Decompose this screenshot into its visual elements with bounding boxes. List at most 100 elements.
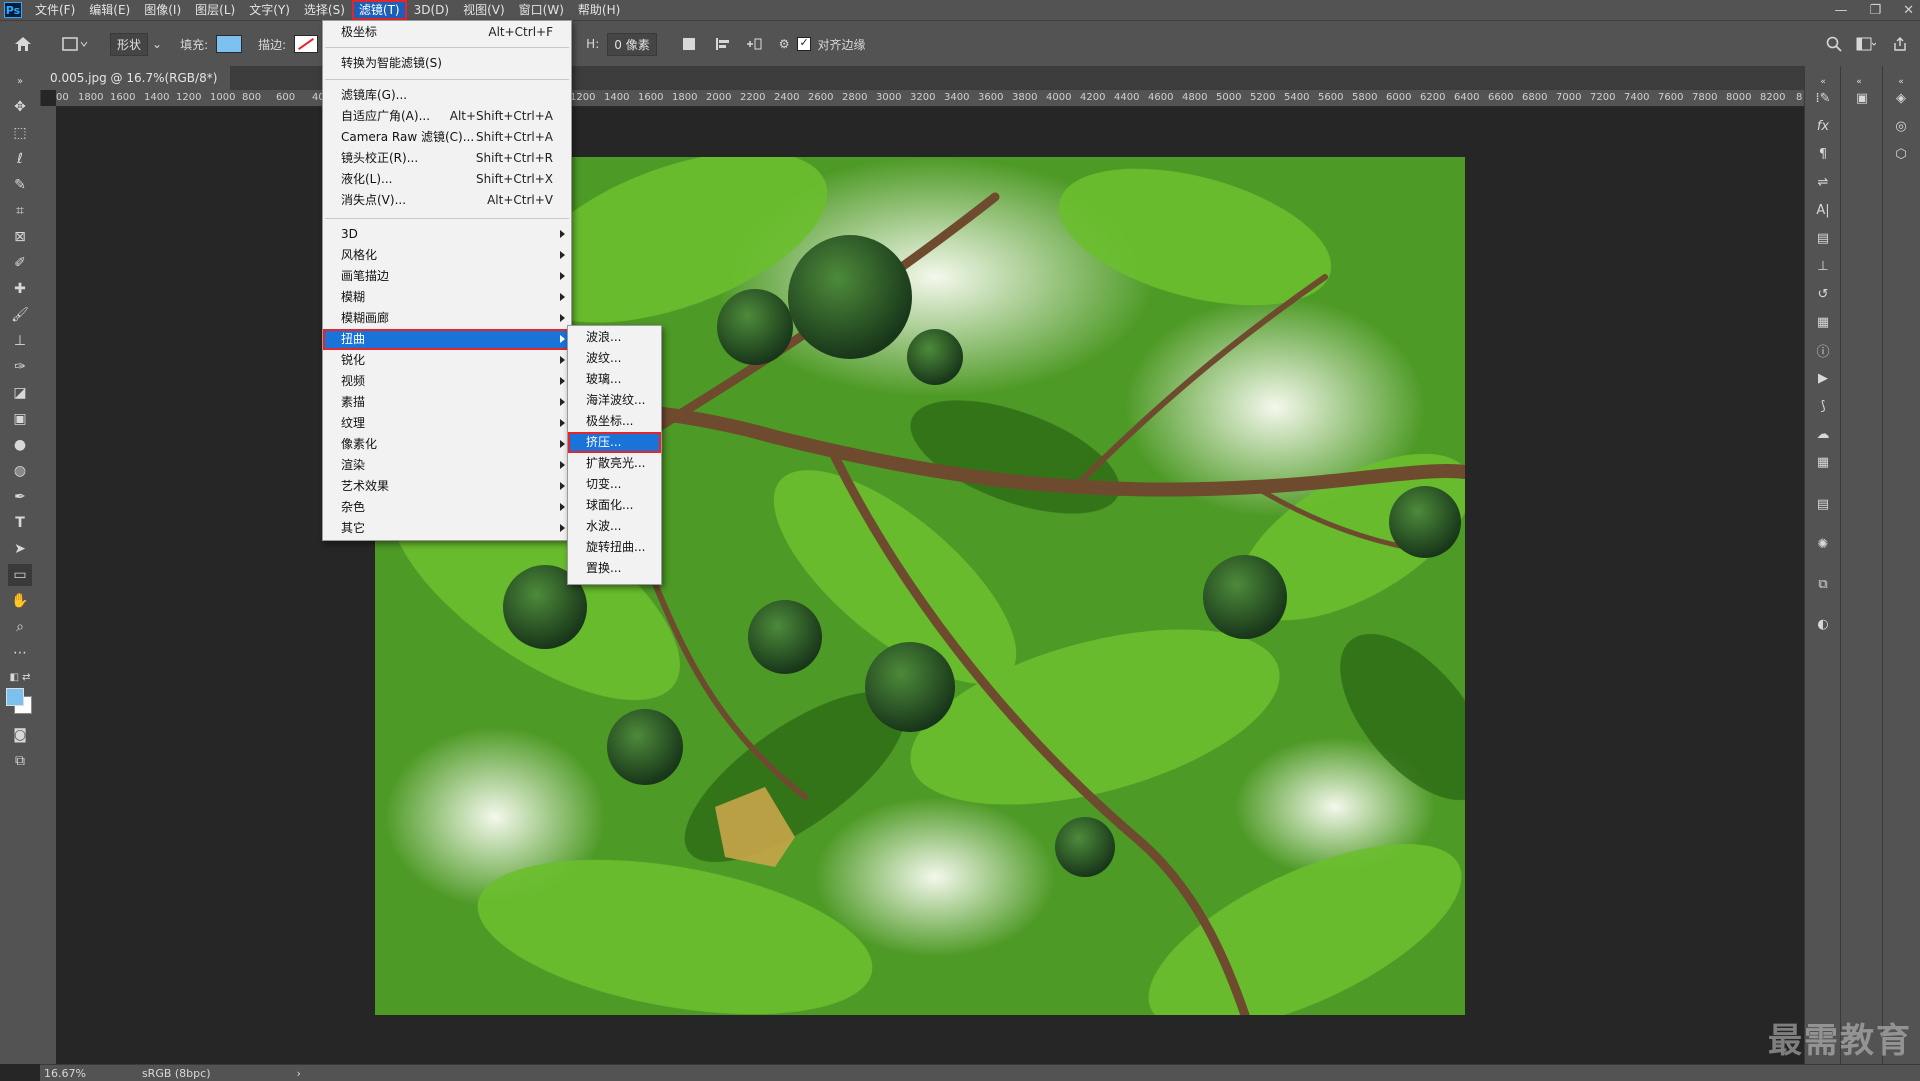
menu-layer[interactable]: 图层(L)	[188, 0, 242, 20]
menu-item-submenu-11[interactable]: 渲染	[323, 455, 571, 476]
color-icon[interactable]: ☁	[1813, 424, 1833, 444]
menu-item-filter-2[interactable]: Camera Raw 滤镜(C)... Shift+Ctrl+A	[323, 127, 571, 148]
actions-play-icon[interactable]: ▶	[1813, 368, 1833, 388]
distort-item-11[interactable]: 置换...	[568, 558, 661, 579]
height-input[interactable]: 0 像素	[607, 32, 657, 56]
timeline-icon[interactable]: ⟆	[1813, 396, 1833, 416]
menu-item-filter-1[interactable]: 自适应广角(A)... Alt+Shift+Ctrl+A	[323, 106, 571, 127]
menu-item-submenu-5[interactable]: 扭曲	[323, 329, 571, 350]
navigator-icon[interactable]: ◐	[1813, 614, 1833, 634]
distort-item-5[interactable]: 挤压...	[568, 432, 661, 453]
distort-item-7[interactable]: 切变...	[568, 474, 661, 495]
gear-icon[interactable]: ⚙	[779, 37, 790, 51]
channels-icon[interactable]: ◎	[1891, 116, 1911, 136]
clone-source-icon[interactable]: ⊥	[1813, 256, 1833, 276]
menu-file[interactable]: 文件(F)	[28, 0, 82, 20]
menu-item-submenu-12[interactable]: 艺术效果	[323, 476, 571, 497]
shape-tool-preset-icon[interactable]	[62, 36, 88, 52]
menu-item-convert-smart-filter[interactable]: 转换为智能滤镜(S)	[323, 53, 571, 74]
menu-item-last-filter[interactable]: 极坐标 Alt+Ctrl+F	[323, 22, 571, 43]
dodge-tool-icon[interactable]: ◍	[8, 460, 32, 482]
paragraph-icon[interactable]: ¶	[1813, 144, 1833, 164]
close-icon[interactable]: ✕	[1903, 3, 1914, 18]
menu-filter[interactable]: 滤镜(T)	[351, 0, 407, 20]
distort-item-10[interactable]: 旋转扭曲...	[568, 537, 661, 558]
menu-item-submenu-8[interactable]: 素描	[323, 392, 571, 413]
distort-item-0[interactable]: 波浪...	[568, 327, 661, 348]
menu-help[interactable]: 帮助(H)	[571, 0, 627, 20]
menu-item-submenu-4[interactable]: 模糊画廊	[323, 308, 571, 329]
shape-mode-select[interactable]: 形状	[110, 32, 149, 56]
photoshop-logo[interactable]: Ps	[4, 2, 22, 18]
history-icon[interactable]: ↺	[1813, 284, 1833, 304]
panel-collapse-icon[interactable]: »	[8, 70, 32, 92]
restore-icon[interactable]: ❐	[1869, 3, 1881, 18]
align-edges-checkbox[interactable]	[797, 36, 812, 51]
lasso-tool-icon[interactable]: ℓ	[8, 148, 32, 170]
frame-tool-icon[interactable]: ⊠	[8, 226, 32, 248]
menu-item-submenu-2[interactable]: 画笔描边	[323, 266, 571, 287]
crop-tool-icon[interactable]: ⌗	[8, 200, 32, 222]
paths-icon[interactable]: ⬡	[1891, 144, 1911, 164]
healing-brush-tool-icon[interactable]: ✚	[8, 278, 32, 300]
quick-select-tool-icon[interactable]: ✎	[8, 174, 32, 196]
menu-image[interactable]: 图像(I)	[137, 0, 188, 20]
distort-item-2[interactable]: 玻璃...	[568, 369, 661, 390]
hand-tool-icon[interactable]: ✋	[8, 590, 32, 612]
history-brush-tool-icon[interactable]: ✑	[8, 356, 32, 378]
distort-item-1[interactable]: 波纹...	[568, 348, 661, 369]
menu-type[interactable]: 文字(Y)	[242, 0, 297, 20]
marquee-tool-icon[interactable]: ⬚	[8, 122, 32, 144]
menu-item-submenu-1[interactable]: 风格化	[323, 245, 571, 266]
search-icon[interactable]	[1826, 36, 1842, 52]
menu-view[interactable]: 视图(V)	[456, 0, 512, 20]
distort-item-6[interactable]: 扩散亮光...	[568, 453, 661, 474]
menu-item-submenu-6[interactable]: 锐化	[323, 350, 571, 371]
menu-item-submenu-14[interactable]: 其它	[323, 518, 571, 539]
menu-item-filter-4[interactable]: 液化(L)... Shift+Ctrl+X	[323, 169, 571, 190]
minimize-icon[interactable]: —	[1834, 3, 1847, 18]
share-icon[interactable]	[1892, 36, 1908, 52]
chevron-right-icon[interactable]: ›	[297, 1067, 301, 1080]
menu-item-submenu-9[interactable]: 纹理	[323, 413, 571, 434]
distort-item-8[interactable]: 球面化...	[568, 495, 661, 516]
libraries-icon[interactable]: ▦	[1813, 312, 1833, 332]
distort-item-9[interactable]: 水波...	[568, 516, 661, 537]
document-tab[interactable]: 0.005.jpg @ 16.7%(RGB/8*) ×	[40, 66, 230, 109]
workspace-icon[interactable]	[1856, 36, 1876, 52]
measurement-icon[interactable]: ✺	[1813, 534, 1833, 554]
foreground-color-swatch[interactable]	[6, 688, 24, 706]
brush-settings-icon[interactable]: ⁞✎	[1813, 88, 1833, 108]
menu-item-filter-3[interactable]: 镜头校正(R)... Shift+Ctrl+R	[323, 148, 571, 169]
adjustments-icon[interactable]: ⇌	[1813, 172, 1833, 192]
stroke-color-swatch[interactable]	[294, 35, 319, 53]
eyedropper-tool-icon[interactable]: ✐	[8, 252, 32, 274]
rectangle-tool-icon[interactable]: ▭	[8, 564, 32, 586]
path-operations-icon[interactable]	[681, 36, 697, 52]
layers-icon[interactable]: ◈	[1891, 88, 1911, 108]
layer-comps-icon[interactable]: ⧉	[1813, 574, 1833, 594]
gradient-tool-icon[interactable]: ▣	[8, 408, 32, 430]
type-tool-icon[interactable]: T	[8, 512, 32, 534]
styles-fx-icon[interactable]: fx	[1813, 116, 1833, 136]
character-icon[interactable]: A|	[1813, 200, 1833, 220]
path-arrangement-icon[interactable]	[745, 36, 763, 52]
screen-mode-icon[interactable]: ⧉	[8, 750, 32, 772]
path-selection-tool-icon[interactable]: ➤	[8, 538, 32, 560]
clone-stamp-tool-icon[interactable]: ⊥	[8, 330, 32, 352]
zoom-level[interactable]: 16.67%	[44, 1067, 86, 1080]
brush-tool-icon[interactable]: 🖌	[8, 304, 32, 326]
quick-mask-icon[interactable]: ◙	[8, 724, 32, 746]
distort-item-3[interactable]: 海洋波纹...	[568, 390, 661, 411]
glyphs-icon[interactable]: ▤	[1813, 228, 1833, 248]
notes-icon[interactable]: ▤	[1813, 494, 1833, 514]
menu-edit[interactable]: 编辑(E)	[82, 0, 137, 20]
path-alignment-icon[interactable]	[715, 36, 731, 52]
menu-item-submenu-13[interactable]: 杂色	[323, 497, 571, 518]
swatches-grid-icon[interactable]: ▦	[1813, 452, 1833, 472]
menu-item-submenu-7[interactable]: 视频	[323, 371, 571, 392]
menu-item-filter-0[interactable]: 滤镜库(G)...	[323, 85, 571, 106]
menu-item-submenu-10[interactable]: 像素化	[323, 434, 571, 455]
properties-icon[interactable]: ▣	[1852, 88, 1872, 108]
menu-select[interactable]: 选择(S)	[297, 0, 352, 20]
